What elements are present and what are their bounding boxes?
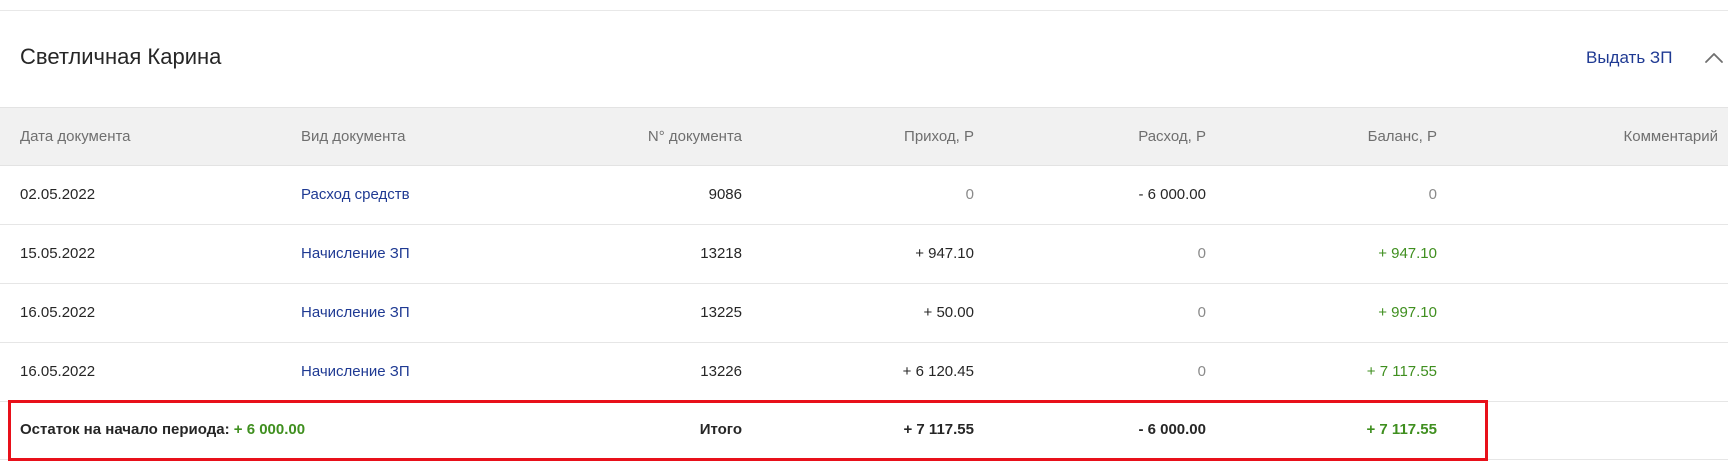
- column-header-expense[interactable]: Расход, Р: [1006, 108, 1206, 166]
- table-header: Дата документа Вид документа N° документ…: [0, 107, 1728, 166]
- row-expense: - 6 000.00: [1138, 186, 1206, 203]
- row-document-type-link[interactable]: Начисление ЗП: [301, 343, 561, 401]
- row-document-number: 13218: [700, 245, 742, 262]
- total-expense: - 6 000.00: [1138, 421, 1206, 438]
- total-income: + 7 117.55: [903, 421, 975, 438]
- column-header-date[interactable]: Дата документа: [20, 108, 280, 166]
- column-header-income[interactable]: Приход, Р: [774, 108, 974, 166]
- column-header-comment[interactable]: Комментарий: [1420, 108, 1718, 166]
- opening-balance-label: Остаток на начало периода:: [20, 421, 230, 438]
- row-date: 02.05.2022: [20, 186, 96, 203]
- column-header-type[interactable]: Вид документа: [301, 108, 561, 166]
- table-row: 16.05.2022 Начисление ЗП 13226 + 6 120.4…: [0, 343, 1728, 402]
- table-row: 16.05.2022 Начисление ЗП 13225 + 50.00 0…: [0, 284, 1728, 343]
- row-date: 15.05.2022: [20, 245, 96, 262]
- row-income: + 50.00: [923, 304, 974, 321]
- row-income: 0: [965, 186, 974, 203]
- chevron-up-icon[interactable]: [1704, 50, 1724, 66]
- total-label: Итого: [699, 421, 742, 438]
- opening-balance: Остаток на начало периода: + 6 000.00: [20, 401, 520, 459]
- row-document-number: 13225: [700, 304, 742, 321]
- row-income: + 947.10: [915, 245, 974, 262]
- row-document-number: 9086: [708, 186, 742, 203]
- row-balance: + 7 117.55: [1366, 363, 1437, 380]
- row-expense: 0: [1197, 363, 1206, 380]
- row-document-type-link[interactable]: Начисление ЗП: [301, 284, 561, 342]
- table-row: 15.05.2022 Начисление ЗП 13218 + 947.10 …: [0, 225, 1728, 284]
- row-document-type-link[interactable]: Начисление ЗП: [301, 225, 561, 283]
- row-date: 16.05.2022: [20, 304, 96, 321]
- row-balance: 0: [1428, 186, 1437, 203]
- row-expense: 0: [1197, 304, 1206, 321]
- column-header-number[interactable]: N° документа: [542, 108, 742, 166]
- row-date: 16.05.2022: [20, 363, 96, 380]
- salary-card: Светличная Карина Выдать ЗП Дата докумен…: [0, 0, 1728, 471]
- row-comment: [1420, 225, 1718, 283]
- row-balance: + 997.10: [1378, 304, 1437, 321]
- row-income: + 6 120.45: [902, 363, 974, 380]
- employee-header: Светличная Карина Выдать ЗП: [0, 11, 1728, 107]
- summary-row: Остаток на начало периода: + 6 000.00 Ит…: [0, 401, 1728, 460]
- total-balance: + 7 117.55: [1366, 421, 1438, 438]
- opening-balance-value: + 6 000.00: [233, 421, 306, 438]
- row-comment: [1420, 284, 1718, 342]
- table-row: 02.05.2022 Расход средств 9086 0 - 6 000…: [0, 166, 1728, 225]
- employee-name: Светличная Карина: [20, 44, 222, 69]
- row-document-type-link[interactable]: Расход средств: [301, 166, 561, 224]
- row-comment: [1420, 166, 1718, 224]
- row-comment: [1420, 343, 1718, 401]
- row-balance: + 947.10: [1378, 245, 1437, 262]
- row-expense: 0: [1197, 245, 1206, 262]
- pay-salary-button[interactable]: Выдать ЗП: [1586, 48, 1672, 68]
- row-document-number: 13226: [700, 363, 742, 380]
- column-header-balance[interactable]: Баланс, Р: [1237, 108, 1437, 166]
